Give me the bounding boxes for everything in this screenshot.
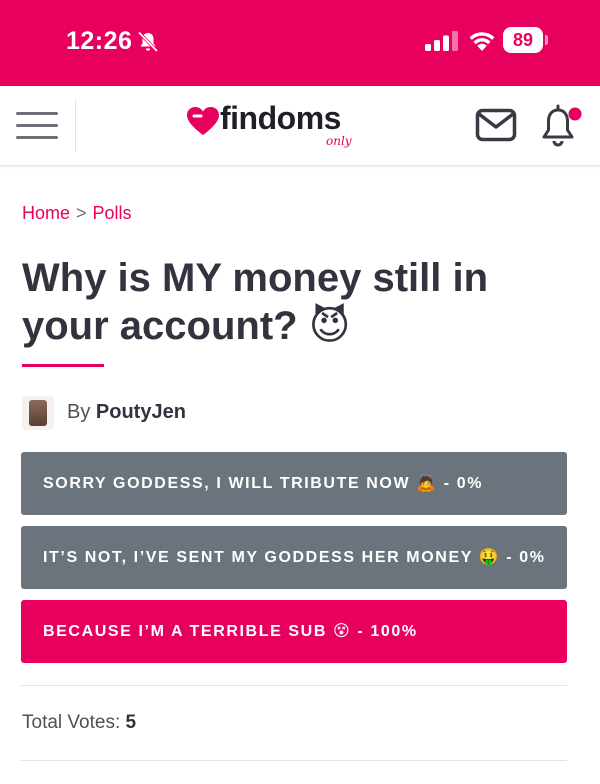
by-label: By xyxy=(67,401,91,423)
page-title: Why is MY money still in your account? 😈 xyxy=(22,256,489,348)
title-underline xyxy=(22,364,104,367)
status-time: 12:26 xyxy=(66,27,133,55)
notification-dot xyxy=(568,107,582,121)
breadcrumb-polls[interactable]: Polls xyxy=(93,203,132,223)
hamburger-menu-icon[interactable] xyxy=(14,106,60,146)
wifi-icon xyxy=(469,32,495,51)
total-votes: Total Votes: 5 xyxy=(22,712,136,734)
status-bar: 12:26 89 xyxy=(0,0,600,86)
total-votes-count: 5 xyxy=(125,712,137,733)
battery-icon: 89 xyxy=(503,27,548,53)
poll-option-1[interactable]: SORRY GODDESS, I WILL TRIBUTE NOW 🙇 - 0% xyxy=(21,452,567,515)
logo-text: findoms xyxy=(220,100,341,136)
heart-logo-icon xyxy=(187,107,219,135)
total-votes-label: Total Votes: xyxy=(22,712,121,733)
logo-subtext: only xyxy=(326,134,352,148)
bell-slash-icon xyxy=(137,31,159,53)
site-logo[interactable]: findoms only xyxy=(186,100,376,156)
poll-option-2[interactable]: IT’S NOT, I’VE SENT MY GODDESS HER MONEY… xyxy=(21,526,567,589)
avatar[interactable] xyxy=(22,396,54,430)
bell-icon[interactable] xyxy=(540,104,584,148)
site-header: findoms only xyxy=(0,86,600,166)
breadcrumb-home[interactable]: Home xyxy=(22,203,70,223)
battery-level: 89 xyxy=(503,27,543,53)
divider xyxy=(21,685,567,686)
divider-bottom xyxy=(21,760,567,761)
mail-icon[interactable] xyxy=(475,108,517,142)
header-divider xyxy=(75,100,76,152)
breadcrumb: Home > Polls xyxy=(22,203,132,224)
author-byline: By PoutyJen xyxy=(67,401,186,424)
breadcrumb-separator: > xyxy=(76,203,87,223)
author-name[interactable]: PoutyJen xyxy=(96,401,186,423)
poll-option-3[interactable]: BECAUSE I’M A TERRIBLE SUB 😵 - 100% xyxy=(21,600,567,663)
signal-icon xyxy=(425,31,458,51)
